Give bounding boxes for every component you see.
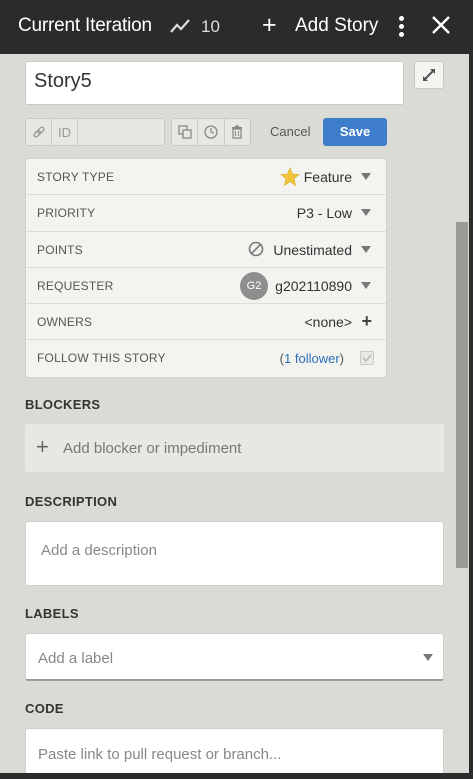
code-placeholder: Paste link to pull request or branch...	[38, 746, 282, 763]
id-value[interactable]	[78, 119, 164, 145]
blockers-heading: BLOCKERS	[25, 397, 101, 412]
save-button[interactable]: Save	[323, 118, 387, 146]
chevron-down-icon	[361, 245, 371, 253]
points-row[interactable]: POINTS Unestimated	[26, 232, 386, 268]
chevron-down-icon	[361, 281, 371, 289]
owners-label: OWNERS	[37, 315, 93, 330]
unestimated-icon	[248, 241, 264, 256]
star-icon	[280, 167, 300, 187]
clock-icon	[204, 125, 218, 139]
close-icon[interactable]	[429, 13, 453, 37]
follow-checkbox[interactable]	[360, 351, 374, 366]
followers-link[interactable]: 1 follower	[284, 351, 340, 366]
points-label: POINTS	[37, 242, 83, 257]
velocity-value[interactable]: 10	[201, 17, 220, 37]
labels-dropdown[interactable]: Add a label	[25, 633, 444, 681]
delete-button[interactable]	[225, 119, 250, 145]
story-type-value: Feature	[303, 169, 352, 185]
panel-border	[469, 0, 473, 779]
chevron-down-icon	[361, 173, 371, 180]
more-options-icon[interactable]	[399, 16, 405, 38]
panel-border-bottom	[0, 773, 473, 779]
avatar: G2	[240, 271, 268, 300]
owners-value: <none>	[304, 314, 353, 331]
owners-row: OWNERS <none> +	[26, 304, 386, 341]
follower-close-paren: )	[339, 351, 344, 367]
follower-count: (1 follower)	[280, 351, 344, 366]
plus-icon: +	[36, 434, 49, 459]
scrollbar-thumb[interactable]	[456, 222, 468, 568]
labels-heading: LABELS	[25, 606, 79, 621]
link-icon[interactable]	[26, 119, 52, 145]
story-type-row[interactable]: STORY TYPE Feature	[26, 159, 386, 196]
panel-title[interactable]: Current Iteration	[18, 15, 152, 37]
code-heading: CODE	[25, 701, 64, 716]
labels-placeholder: Add a label	[38, 650, 114, 667]
priority-value: P3 - Low	[296, 205, 352, 222]
velocity-trend-icon	[170, 19, 190, 33]
add-blocker-label: Add blocker or impediment	[63, 440, 242, 457]
trash-icon	[232, 125, 243, 139]
clone-icon	[178, 125, 192, 139]
follow-label: FOLLOW THIS STORY	[37, 351, 166, 366]
chevron-down-icon	[423, 654, 433, 661]
story-name-input[interactable]: Story5	[25, 61, 404, 105]
add-story-button[interactable]: Add Story	[295, 15, 378, 37]
add-owner-button[interactable]: +	[361, 311, 372, 332]
check-icon	[362, 354, 372, 363]
add-blocker-button[interactable]: + Add blocker or impediment	[25, 424, 444, 472]
top-bar: Current Iteration 10 + Add Story	[0, 0, 473, 54]
plus-icon[interactable]: +	[262, 13, 277, 38]
description-field[interactable]: Add a description	[25, 521, 444, 586]
story-id-field: ID	[25, 118, 165, 146]
description-heading: DESCRIPTION	[25, 494, 118, 509]
points-value: Unestimated	[273, 241, 352, 258]
requester-value: g202110890	[275, 277, 352, 294]
story-info-panel: STORY TYPE Feature PRIORITY P3 - Low POI…	[25, 158, 387, 378]
requester-row[interactable]: REQUESTER G2 g202110890	[26, 268, 386, 305]
chevron-down-icon	[361, 209, 371, 217]
follow-row: FOLLOW THIS STORY (1 follower)	[26, 340, 386, 376]
priority-row[interactable]: PRIORITY P3 - Low	[26, 195, 386, 232]
expand-button[interactable]	[414, 61, 444, 89]
cancel-button[interactable]: Cancel	[270, 124, 310, 139]
story-actions	[171, 118, 251, 146]
id-label: ID	[52, 119, 78, 145]
history-button[interactable]	[198, 119, 225, 145]
clone-button[interactable]	[172, 119, 199, 145]
requester-label: REQUESTER	[37, 278, 114, 293]
story-type-label: STORY TYPE	[37, 170, 115, 184]
expand-icon	[423, 69, 435, 81]
priority-label: PRIORITY	[37, 206, 96, 221]
code-link-input[interactable]: Paste link to pull request or branch...	[25, 728, 444, 778]
